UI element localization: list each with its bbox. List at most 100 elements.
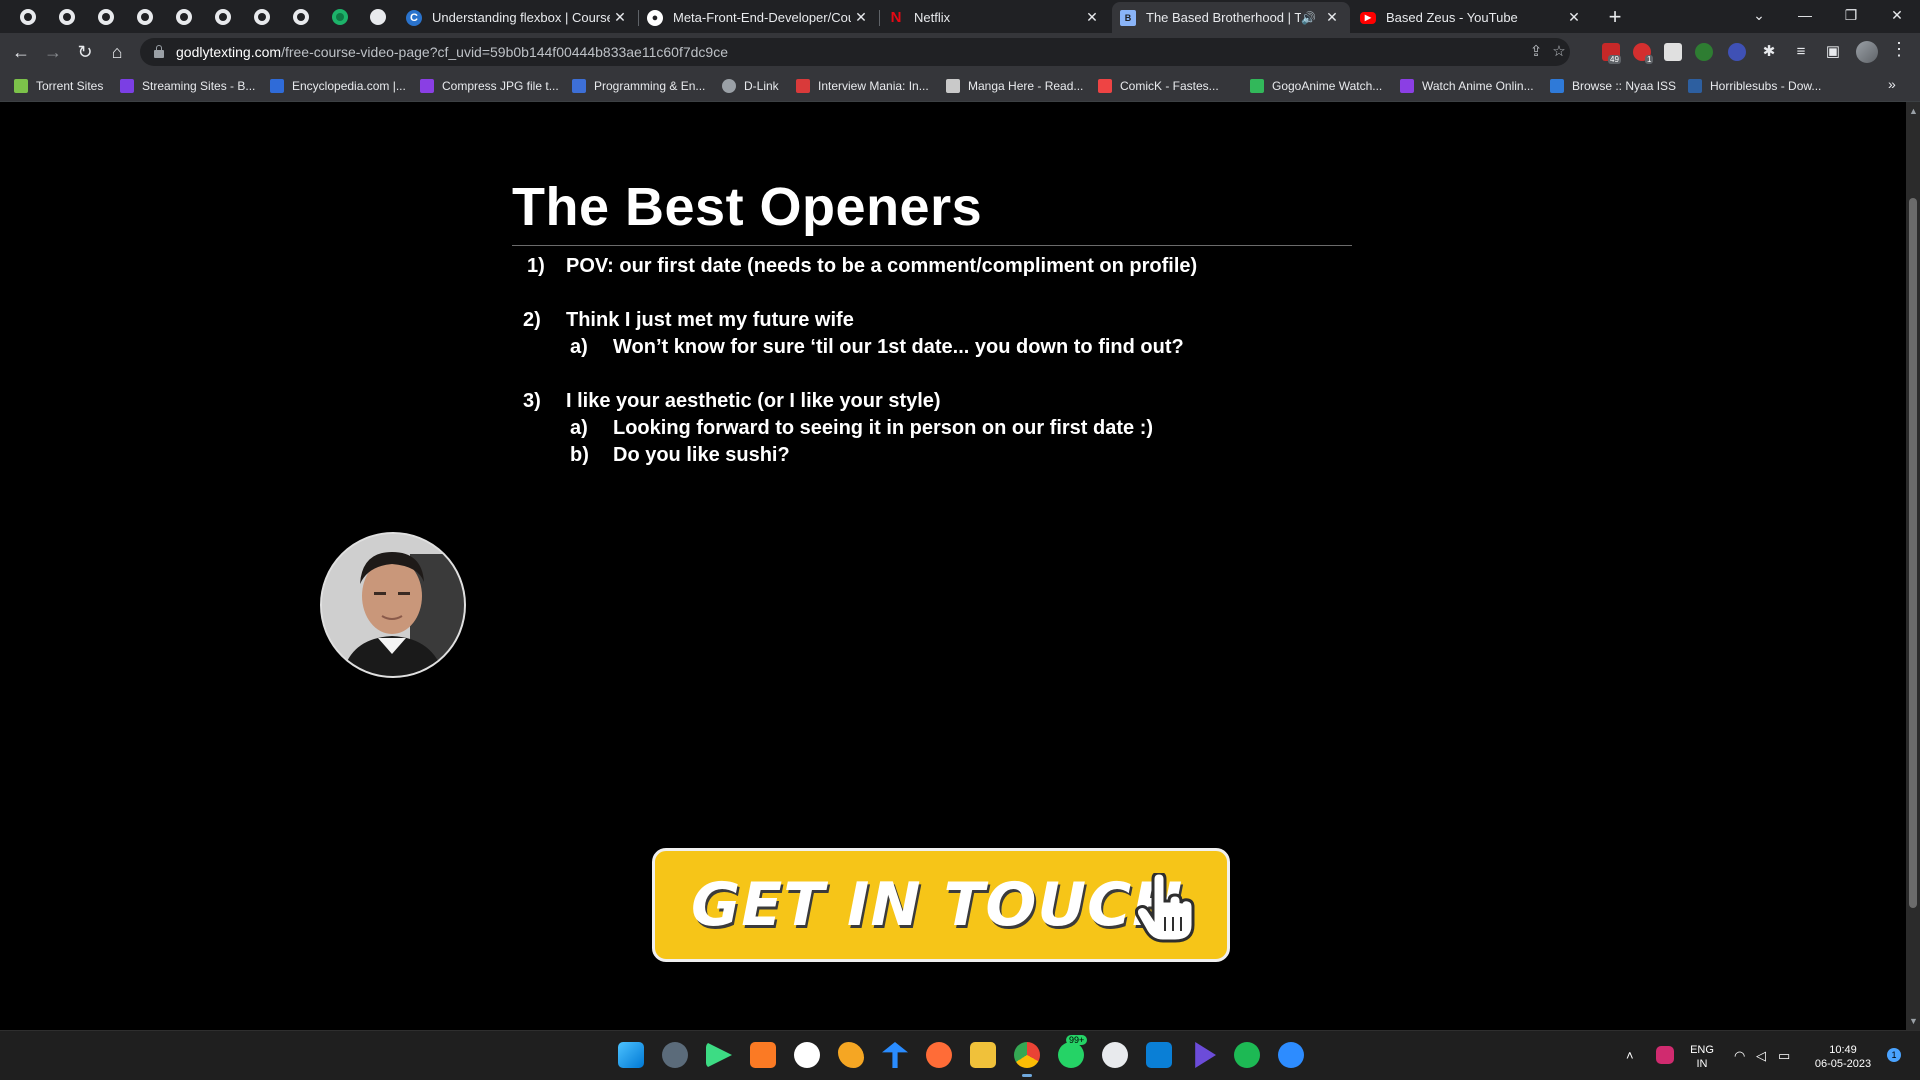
clock[interactable]: 10:49 06-05-2023 — [1808, 1043, 1878, 1071]
pinned-tab[interactable] — [358, 2, 397, 32]
pinned-tab[interactable] — [242, 2, 281, 32]
bookmark-item[interactable]: Compress JPG file t... — [420, 77, 559, 95]
tab-coursera[interactable]: C Understanding flexbox | Coursera ✕ — [398, 2, 638, 33]
reading-list-icon[interactable]: ≡ — [1788, 39, 1814, 65]
netflix-icon: N — [890, 9, 902, 26]
bookmark-icon — [1098, 79, 1112, 93]
volume-icon[interactable]: ◁ — [1756, 1048, 1766, 1064]
address-bar[interactable]: godlytexting.com/free-course-video-page?… — [140, 38, 1570, 66]
reload-icon[interactable]: ↻ — [72, 39, 98, 65]
bookmark-item[interactable]: Encyclopedia.com |... — [270, 77, 406, 95]
bookmark-item[interactable]: D-Link — [722, 77, 779, 95]
menu-icon[interactable]: ⋮ — [1890, 39, 1908, 60]
pinned-tab[interactable] — [8, 2, 47, 32]
zoom-icon[interactable] — [1278, 1042, 1304, 1068]
bookmark-icon — [1250, 79, 1264, 93]
back-icon[interactable]: ← — [8, 39, 34, 65]
share-icon[interactable]: ⇪ — [1526, 42, 1546, 62]
pinned-tab[interactable] — [203, 2, 242, 32]
get-in-touch-button[interactable]: GET IN TOUCH — [652, 848, 1230, 962]
close-icon[interactable]: ✕ — [1564, 9, 1584, 26]
app-icon[interactable] — [882, 1042, 908, 1068]
tab-search-icon[interactable]: ⌄ — [1736, 0, 1782, 30]
tray-app-icon[interactable] — [1656, 1046, 1674, 1064]
puzzle-icon[interactable]: ✱ — [1756, 39, 1782, 65]
whatsapp-icon[interactable] — [1058, 1042, 1084, 1068]
bookmark-item[interactable]: Torrent Sites — [14, 77, 103, 95]
bookmark-item[interactable]: Interview Mania: In... — [796, 77, 929, 95]
pinned-tab[interactable] — [320, 2, 359, 32]
battery-icon[interactable]: ▭ — [1778, 1048, 1790, 1064]
list-item: Do you like sushi? — [613, 444, 790, 466]
bookmark-item[interactable]: GogoAnime Watch... — [1250, 77, 1382, 95]
mongodb-icon[interactable] — [794, 1042, 820, 1068]
pinned-tab[interactable] — [86, 2, 125, 32]
file-explorer-icon[interactable] — [970, 1042, 996, 1068]
postman-icon[interactable] — [926, 1042, 952, 1068]
bookmark-icon — [946, 79, 960, 93]
close-icon[interactable]: ✕ — [851, 9, 871, 26]
list-number: 1) — [527, 255, 545, 277]
bookmark-item[interactable]: Streaming Sites - B... — [120, 77, 255, 95]
tab-youtube[interactable]: ▶ Based Zeus - YouTube ✕ — [1352, 2, 1592, 33]
list-number: b) — [570, 444, 589, 466]
chevron-right-icon[interactable]: » — [1888, 76, 1896, 92]
scroll-up-icon[interactable]: ▲ — [1909, 106, 1918, 116]
tab-github[interactable]: ● Meta-Front-End-Developer/Cou ✕ — [639, 2, 879, 33]
bookmark-icon — [796, 79, 810, 93]
list-number: 3) — [523, 390, 541, 412]
vscode-icon[interactable] — [1146, 1042, 1172, 1068]
start-icon[interactable] — [618, 1042, 644, 1068]
pinned-tab[interactable] — [164, 2, 203, 32]
speaker-icon[interactable]: 🔊 — [1301, 11, 1316, 25]
app-icon[interactable] — [1102, 1042, 1128, 1068]
wifi-icon[interactable]: ◠ — [1734, 1048, 1745, 1064]
xampp-icon[interactable] — [750, 1042, 776, 1068]
bookmarks-bar: Torrent Sites Streaming Sites - B... Enc… — [0, 70, 1920, 102]
extension-icon[interactable] — [1664, 43, 1682, 61]
chevron-up-icon[interactable]: ˄ — [1626, 1048, 1634, 1063]
bookmark-icon — [1550, 79, 1564, 93]
bookmark-item[interactable]: Watch Anime Onlin... — [1400, 77, 1534, 95]
scroll-down-icon[interactable]: ▼ — [1909, 1016, 1918, 1026]
bookmark-icon — [270, 79, 284, 93]
forward-icon[interactable]: → — [40, 39, 66, 65]
close-icon[interactable]: ✕ — [1322, 9, 1342, 26]
android-studio-icon[interactable] — [706, 1042, 732, 1068]
app-icon[interactable] — [1195, 1042, 1216, 1068]
settings-icon[interactable] — [662, 1042, 688, 1068]
bookmark-item[interactable]: Manga Here - Read... — [946, 77, 1083, 95]
pinned-tab[interactable] — [47, 2, 86, 32]
notification-badge[interactable]: 1 — [1887, 1048, 1901, 1062]
close-icon[interactable]: ✕ — [610, 9, 630, 26]
bookmark-star-icon[interactable]: ☆ — [1549, 42, 1569, 62]
extension-icon[interactable] — [1695, 43, 1713, 61]
bookmark-item[interactable]: ComicK - Fastes... — [1098, 77, 1219, 95]
minimize-button[interactable]: — — [1782, 0, 1828, 30]
close-icon[interactable]: ✕ — [1082, 9, 1102, 26]
globe-icon — [292, 9, 309, 25]
bookmark-item[interactable]: Browse :: Nyaa ISS — [1550, 77, 1676, 95]
profile-avatar[interactable] — [1856, 41, 1878, 63]
restore-button[interactable]: ❐ — [1828, 0, 1874, 30]
pinned-tab[interactable] — [281, 2, 320, 32]
language-indicator[interactable]: ENG IN — [1688, 1043, 1716, 1071]
bookmark-item[interactable]: Horriblesubs - Dow... — [1688, 77, 1821, 95]
extension-icon[interactable] — [1728, 43, 1746, 61]
list-number: 2) — [523, 309, 541, 331]
tab-netflix[interactable]: N Netflix ✕ — [880, 2, 1110, 33]
bookmark-item[interactable]: Programming & En... — [572, 77, 705, 95]
spotify-icon[interactable] — [1234, 1042, 1260, 1068]
scroll-thumb[interactable] — [1909, 198, 1917, 908]
lock-icon — [154, 45, 164, 58]
chrome-icon[interactable] — [1014, 1042, 1040, 1068]
page-scrollbar[interactable]: ▲ ▼ — [1906, 102, 1920, 1030]
list-number: a) — [570, 417, 588, 439]
pinned-tab[interactable] — [125, 2, 164, 32]
new-tab-button[interactable]: + — [1602, 4, 1628, 30]
close-window-button[interactable]: ✕ — [1874, 0, 1920, 30]
app-icon[interactable] — [838, 1042, 864, 1068]
side-panel-icon[interactable]: ▣ — [1820, 39, 1846, 65]
tab-based-brotherhood[interactable]: B The Based Brotherhood | The 🔊 ✕ — [1112, 2, 1350, 33]
home-icon[interactable]: ⌂ — [104, 39, 130, 65]
